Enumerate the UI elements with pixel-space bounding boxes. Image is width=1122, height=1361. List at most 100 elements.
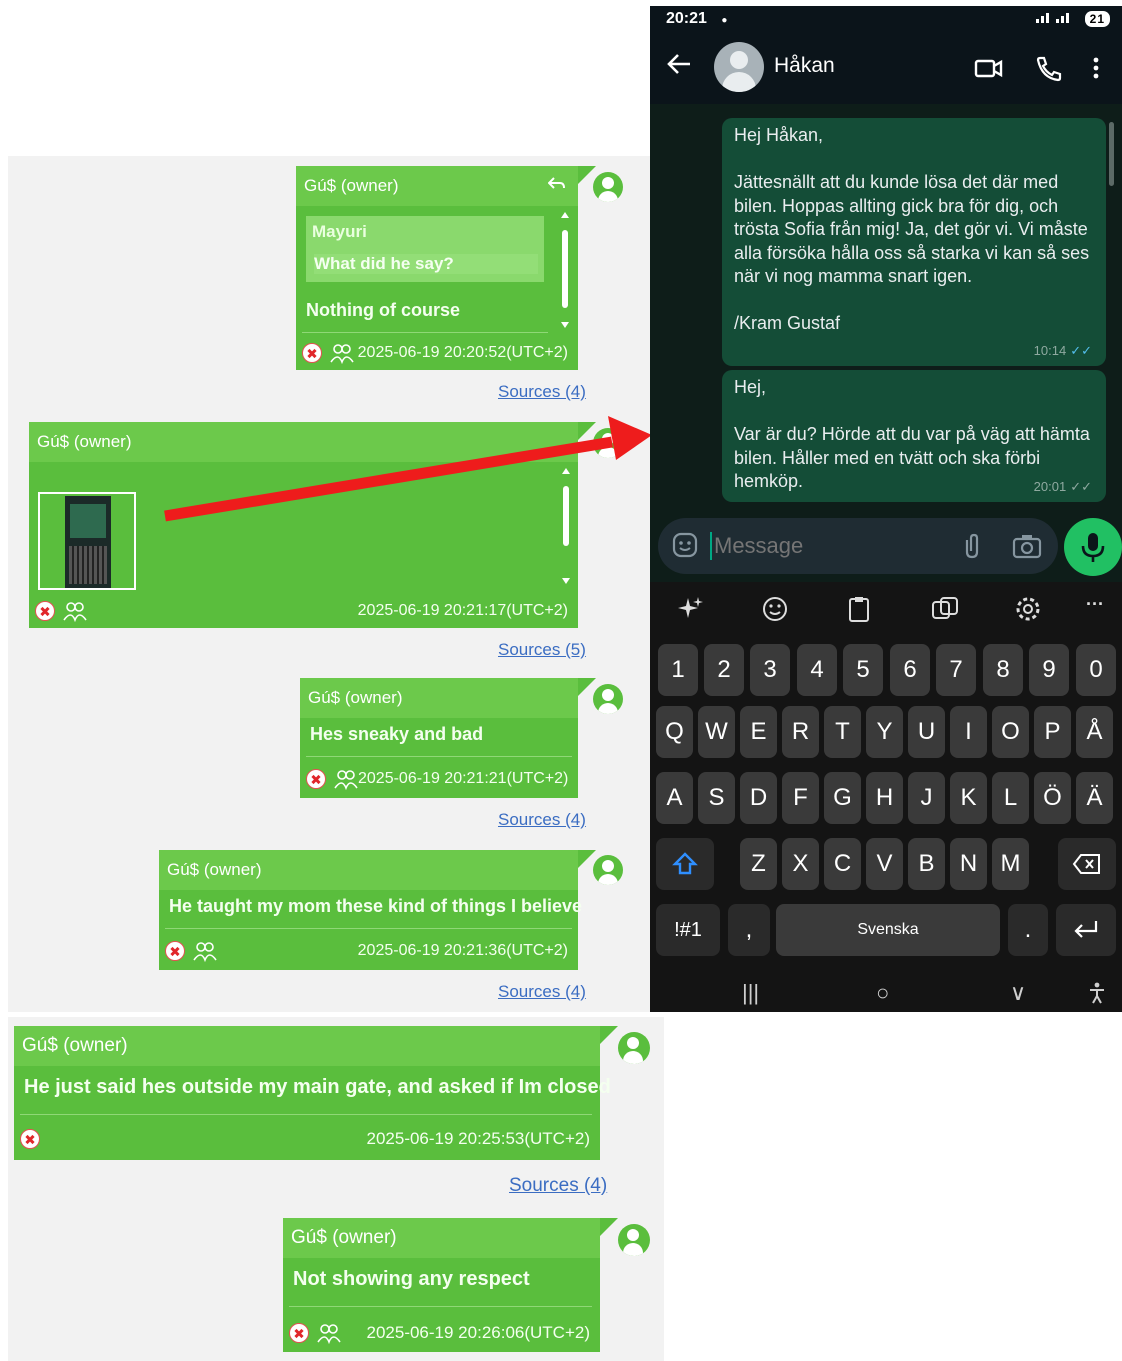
key[interactable]: W xyxy=(698,706,735,758)
video-call-icon[interactable] xyxy=(974,54,1004,82)
backspace-key[interactable] xyxy=(1058,838,1116,890)
key[interactable]: I xyxy=(950,706,987,758)
shift-key[interactable] xyxy=(656,838,714,890)
scroll-up-icon[interactable] xyxy=(561,212,569,218)
key[interactable]: E xyxy=(740,706,777,758)
key[interactable]: R xyxy=(782,706,819,758)
message-text: He just said hes outside my main gate, a… xyxy=(24,1076,611,1098)
ai-sparkle-icon[interactable] xyxy=(676,594,706,624)
outgoing-message[interactable]: Hej Håkan, Jättesnällt att du kunde lösa… xyxy=(722,118,1106,366)
key[interactable]: U xyxy=(908,706,945,758)
key[interactable]: 2 xyxy=(704,644,744,696)
message-time: 20:01 ✓✓ xyxy=(1033,478,1092,494)
emoji-icon[interactable] xyxy=(760,594,790,624)
message-footer: 2025-06-19 20:21:36(UTC+2) xyxy=(165,938,568,964)
back-nav-icon[interactable]: ∨ xyxy=(1010,980,1026,1006)
quoted-message[interactable]: Mayuri What did he say? xyxy=(306,216,544,282)
key[interactable]: S xyxy=(698,772,735,824)
symbols-key[interactable]: !#1 xyxy=(656,904,720,956)
scroll-down-icon[interactable] xyxy=(562,578,570,584)
scroll-thumb[interactable] xyxy=(562,230,568,308)
outgoing-message[interactable]: Hej, Var är du? Hörde att du var på väg … xyxy=(722,370,1106,502)
home-icon[interactable]: ○ xyxy=(876,980,889,1006)
key[interactable]: F xyxy=(782,772,819,824)
key[interactable]: X xyxy=(782,838,819,890)
attachment-thumbnail[interactable] xyxy=(38,492,136,590)
key[interactable]: 8 xyxy=(983,644,1023,696)
scroll-down-icon[interactable] xyxy=(561,322,569,328)
message-input[interactable] xyxy=(710,532,930,560)
text-style-icon[interactable] xyxy=(930,594,960,624)
key[interactable]: N xyxy=(950,838,987,890)
sender-avatar-icon xyxy=(593,172,623,202)
key[interactable]: H xyxy=(866,772,903,824)
key[interactable]: D xyxy=(740,772,777,824)
sender-avatar-icon xyxy=(618,1224,650,1256)
contact-name[interactable]: Håkan xyxy=(774,54,835,78)
voice-call-icon[interactable] xyxy=(1034,54,1064,82)
key[interactable]: K xyxy=(950,772,987,824)
key[interactable]: 5 xyxy=(843,644,883,696)
key[interactable]: 0 xyxy=(1076,644,1116,696)
key[interactable]: G xyxy=(824,772,861,824)
back-arrow-icon[interactable] xyxy=(666,52,692,76)
comma-key[interactable]: , xyxy=(728,904,770,956)
timestamp: 2025-06-19 20:20:52(UTC+2) xyxy=(357,344,568,361)
contact-avatar[interactable] xyxy=(714,42,764,92)
divider xyxy=(302,332,548,333)
sticker-icon[interactable] xyxy=(672,532,698,558)
key[interactable]: B xyxy=(908,838,945,890)
sources-link[interactable]: Sources (5) xyxy=(498,640,586,660)
message-time: 10:14 ✓✓ xyxy=(1033,342,1092,358)
key[interactable]: P xyxy=(1034,706,1071,758)
key[interactable]: 1 xyxy=(658,644,698,696)
recent-apps-icon[interactable]: ||| xyxy=(742,980,759,1006)
key[interactable]: 7 xyxy=(936,644,976,696)
keyboard-toolbar: ··· xyxy=(650,582,1122,636)
sender-name: Gú$ (owner) xyxy=(29,422,578,462)
key[interactable]: V xyxy=(866,838,903,890)
sources-link[interactable]: Sources (4) xyxy=(509,1175,607,1197)
key[interactable]: C xyxy=(824,838,861,890)
key[interactable]: 3 xyxy=(750,644,790,696)
key[interactable]: Ä xyxy=(1076,772,1113,824)
camera-icon[interactable] xyxy=(1012,532,1042,560)
more-options-icon[interactable] xyxy=(1086,54,1106,82)
period-key[interactable]: . xyxy=(1008,904,1048,956)
sources-link[interactable]: Sources (4) xyxy=(498,382,586,402)
message-bubble: Gú$ (owner) Hes sneaky and bad 2025-06-1… xyxy=(300,678,578,798)
key[interactable]: A xyxy=(656,772,693,824)
enter-key[interactable] xyxy=(1056,904,1116,956)
space-key[interactable]: Svenska xyxy=(776,904,1000,956)
attach-icon[interactable] xyxy=(960,532,984,560)
message-scrollbar[interactable] xyxy=(561,468,571,584)
enter-icon xyxy=(1074,921,1098,938)
key[interactable]: J xyxy=(908,772,945,824)
message-scrollbar[interactable] xyxy=(560,212,570,328)
status-icons: ● xyxy=(721,15,728,26)
sources-link[interactable]: Sources (4) xyxy=(498,982,586,1002)
more-tools-icon[interactable]: ··· xyxy=(1086,594,1104,615)
key[interactable]: 6 xyxy=(890,644,930,696)
scroll-thumb[interactable] xyxy=(563,486,569,546)
mic-button[interactable] xyxy=(1064,518,1122,576)
key[interactable]: 9 xyxy=(1029,644,1069,696)
key[interactable]: Z xyxy=(740,838,777,890)
key[interactable]: L xyxy=(992,772,1029,824)
clipboard-icon[interactable] xyxy=(844,594,874,624)
key[interactable]: O xyxy=(992,706,1029,758)
key[interactable]: Ö xyxy=(1034,772,1071,824)
scroll-up-icon[interactable] xyxy=(562,468,570,474)
sender-name: Gú$ (owner) xyxy=(296,166,578,206)
accessibility-icon[interactable] xyxy=(1088,982,1106,1004)
settings-gear-icon[interactable] xyxy=(1013,594,1043,624)
reply-icon xyxy=(548,177,565,189)
key[interactable]: Å xyxy=(1076,706,1113,758)
key[interactable]: Q xyxy=(656,706,693,758)
sources-link[interactable]: Sources (4) xyxy=(498,810,586,830)
key[interactable]: M xyxy=(992,838,1029,890)
key[interactable]: 4 xyxy=(797,644,837,696)
chat-scrollbar[interactable] xyxy=(1109,122,1114,186)
key[interactable]: T xyxy=(824,706,861,758)
key[interactable]: Y xyxy=(866,706,903,758)
